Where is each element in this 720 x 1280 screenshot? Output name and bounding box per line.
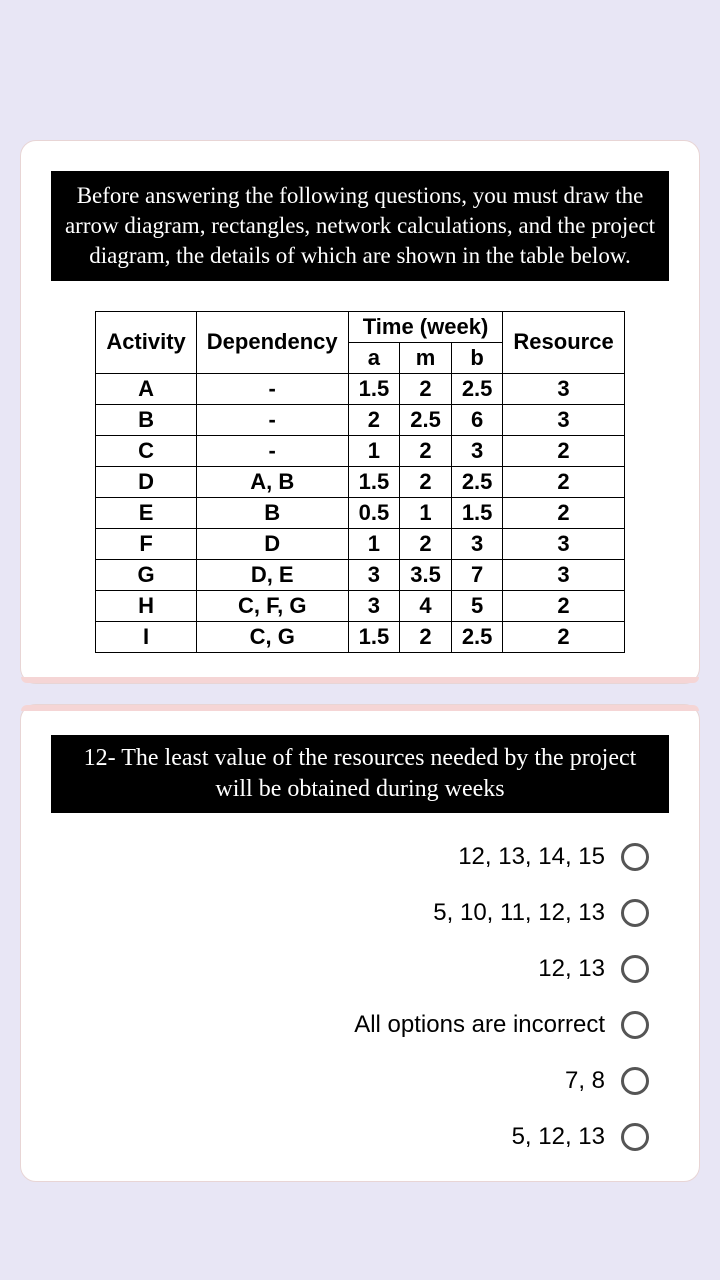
header-b: b: [451, 342, 503, 373]
cell-a: 1.5: [348, 466, 400, 497]
cell-m: 2: [400, 435, 452, 466]
cell-m: 3.5: [400, 559, 452, 590]
header-dependency: Dependency: [196, 311, 348, 373]
options-list: 12, 13, 14, 15 5, 10, 11, 12, 13 12, 13 All…: [51, 843, 669, 1151]
instruction-text: Before answering the following questions…: [51, 171, 669, 281]
cell-dependency: B: [196, 497, 348, 528]
cell-a: 3: [348, 559, 400, 590]
cell-b: 3: [451, 528, 503, 559]
table-row: A-1.522.53: [96, 373, 624, 404]
cell-m: 2: [400, 621, 452, 652]
cell-a: 1: [348, 528, 400, 559]
option-row[interactable]: 12, 13: [51, 955, 649, 983]
cell-m: 4: [400, 590, 452, 621]
cell-resource: 3: [503, 404, 624, 435]
cell-b: 1.5: [451, 497, 503, 528]
cell-b: 3: [451, 435, 503, 466]
question-card: 12- The least value of the resources nee…: [20, 704, 700, 1182]
table-row: FD1233: [96, 528, 624, 559]
cell-activity: C: [96, 435, 196, 466]
cell-b: 2.5: [451, 621, 503, 652]
header-resource: Resource: [503, 311, 624, 373]
cell-dependency: -: [196, 435, 348, 466]
cell-a: 3: [348, 590, 400, 621]
cell-activity: A: [96, 373, 196, 404]
cell-b: 2.5: [451, 373, 503, 404]
cell-m: 1: [400, 497, 452, 528]
question-text: 12- The least value of the resources nee…: [51, 735, 669, 813]
option-row[interactable]: 12, 13, 14, 15: [51, 843, 649, 871]
cell-dependency: -: [196, 404, 348, 435]
option-label: 12, 13: [538, 955, 605, 983]
cell-resource: 2: [503, 621, 624, 652]
activity-table: Activity Dependency Time (week) Resource…: [95, 311, 624, 653]
cell-dependency: D: [196, 528, 348, 559]
table-row: DA, B1.522.52: [96, 466, 624, 497]
option-label: 12, 13, 14, 15: [458, 843, 605, 871]
cell-b: 5: [451, 590, 503, 621]
header-m: m: [400, 342, 452, 373]
cell-b: 7: [451, 559, 503, 590]
cell-b: 2.5: [451, 466, 503, 497]
radio-icon[interactable]: [621, 1123, 649, 1151]
cell-resource: 2: [503, 590, 624, 621]
cell-resource: 3: [503, 559, 624, 590]
cell-activity: B: [96, 404, 196, 435]
header-time-group: Time (week): [348, 311, 503, 342]
cell-m: 2: [400, 466, 452, 497]
cell-resource: 2: [503, 497, 624, 528]
table-row: GD, E33.573: [96, 559, 624, 590]
cell-a: 2: [348, 404, 400, 435]
cell-dependency: C, F, G: [196, 590, 348, 621]
cell-activity: E: [96, 497, 196, 528]
cell-dependency: A, B: [196, 466, 348, 497]
radio-icon[interactable]: [621, 955, 649, 983]
option-label: 5, 10, 11, 12, 13: [433, 899, 605, 927]
cell-b: 6: [451, 404, 503, 435]
cell-m: 2: [400, 373, 452, 404]
radio-icon[interactable]: [621, 1011, 649, 1039]
cell-activity: G: [96, 559, 196, 590]
cell-dependency: C, G: [196, 621, 348, 652]
radio-icon[interactable]: [621, 843, 649, 871]
option-label: 7, 8: [565, 1067, 605, 1095]
table-header-row: Activity Dependency Time (week) Resource: [96, 311, 624, 342]
option-row[interactable]: 5, 12, 13: [51, 1123, 649, 1151]
table-row: HC, F, G3452: [96, 590, 624, 621]
header-activity: Activity: [96, 311, 196, 373]
cell-a: 1.5: [348, 373, 400, 404]
header-a: a: [348, 342, 400, 373]
table-row: EB0.511.52: [96, 497, 624, 528]
cell-a: 1: [348, 435, 400, 466]
cell-m: 2: [400, 528, 452, 559]
option-label: All options are incorrect: [354, 1011, 605, 1039]
cell-dependency: D, E: [196, 559, 348, 590]
option-row[interactable]: All options are incorrect: [51, 1011, 649, 1039]
radio-icon[interactable]: [621, 899, 649, 927]
cell-activity: H: [96, 590, 196, 621]
option-row[interactable]: 5, 10, 11, 12, 13: [51, 899, 649, 927]
cell-activity: D: [96, 466, 196, 497]
cell-resource: 3: [503, 528, 624, 559]
cell-dependency: -: [196, 373, 348, 404]
cell-m: 2.5: [400, 404, 452, 435]
cell-activity: I: [96, 621, 196, 652]
cell-resource: 3: [503, 373, 624, 404]
table-body: A-1.522.53B-22.563C-1232DA, B1.522.52EB0…: [96, 373, 624, 652]
option-label: 5, 12, 13: [512, 1123, 605, 1151]
cell-a: 0.5: [348, 497, 400, 528]
cell-resource: 2: [503, 466, 624, 497]
radio-icon[interactable]: [621, 1067, 649, 1095]
table-row: IC, G1.522.52: [96, 621, 624, 652]
table-row: C-1232: [96, 435, 624, 466]
cell-resource: 2: [503, 435, 624, 466]
instruction-card: Before answering the following questions…: [20, 140, 700, 684]
option-row[interactable]: 7, 8: [51, 1067, 649, 1095]
cell-a: 1.5: [348, 621, 400, 652]
cell-activity: F: [96, 528, 196, 559]
table-row: B-22.563: [96, 404, 624, 435]
